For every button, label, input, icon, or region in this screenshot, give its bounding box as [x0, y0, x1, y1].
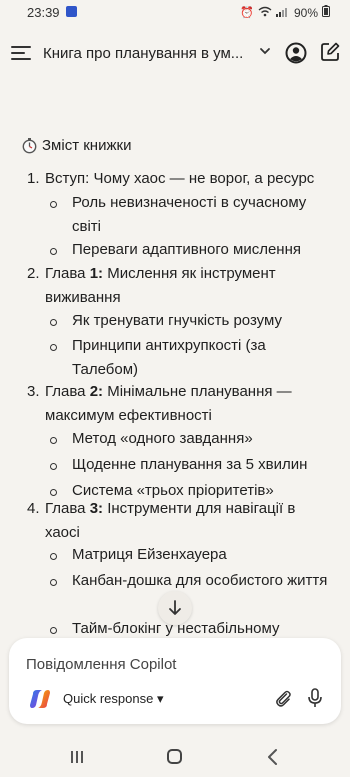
battery-icon	[322, 5, 330, 20]
chapter-number: 3.	[27, 383, 40, 400]
section-title: Зміст книжки	[21, 137, 131, 154]
chapter-title: Вступ: Чому хаос — не ворог, а ресурс	[45, 170, 315, 187]
bullet-icon	[50, 248, 57, 255]
arrow-down-icon	[169, 600, 181, 615]
battery-percent: 90%	[293, 5, 318, 20]
message-input[interactable]: Повідомлення Copilot	[26, 656, 176, 673]
back-icon[interactable]	[266, 748, 280, 766]
status-bar: 23:39 ⏰ 90%	[0, 0, 350, 26]
message-content: Зміст книжки 1. Вступ: Чому хаос — не во…	[0, 128, 350, 638]
signal-icon	[275, 6, 290, 20]
new-chat-icon[interactable]	[320, 42, 340, 62]
bullet-icon	[50, 437, 57, 444]
bullet-icon	[50, 553, 57, 560]
chapter-title: Глава 1: Мислення як інструмент виживанн…	[45, 265, 276, 306]
status-icons: ⏰ 90%	[240, 5, 330, 20]
alarm-icon: ⏰	[240, 7, 254, 19]
mic-icon[interactable]	[306, 688, 324, 708]
bullet-icon	[50, 201, 57, 208]
quick-response-dropdown[interactable]: Quick response ▾	[63, 691, 163, 707]
status-time: 23:39	[27, 5, 60, 20]
profile-icon[interactable]	[285, 42, 307, 64]
section-title-text: Зміст книжки	[42, 137, 132, 154]
chapter-number: 4.	[27, 500, 40, 517]
chapter-number: 1.	[27, 170, 40, 187]
menu-icon[interactable]	[11, 44, 31, 62]
bullet-icon	[50, 579, 57, 586]
chapter-title: Глава 3: Інструменти для навігації в хао…	[45, 500, 296, 541]
message-composer[interactable]: Повідомлення Copilot Quick response ▾	[9, 638, 341, 724]
app-header: Книга про планування в ум...	[0, 32, 350, 76]
home-icon[interactable]	[167, 749, 182, 764]
chapter-number: 2.	[27, 265, 40, 282]
notification-app-icon	[66, 6, 77, 17]
recents-icon[interactable]	[70, 750, 84, 764]
copilot-logo-icon	[30, 690, 50, 708]
bullet-icon	[50, 463, 57, 470]
chevron-down-icon: ▾	[156, 691, 164, 706]
bullet-icon	[50, 319, 57, 326]
system-nav-bar	[0, 737, 350, 777]
chevron-down-icon[interactable]	[258, 44, 272, 58]
attach-icon[interactable]	[274, 689, 292, 707]
scroll-down-button[interactable]	[158, 591, 192, 625]
bullet-icon	[50, 344, 57, 351]
bullet-icon	[50, 489, 57, 496]
wifi-icon	[258, 6, 272, 20]
stopwatch-icon	[22, 138, 37, 154]
bullet-icon	[50, 627, 57, 634]
chapter-title: Глава 2: Мінімальне планування — максиму…	[45, 383, 292, 424]
conversation-title[interactable]: Книга про планування в ум...	[43, 45, 243, 62]
